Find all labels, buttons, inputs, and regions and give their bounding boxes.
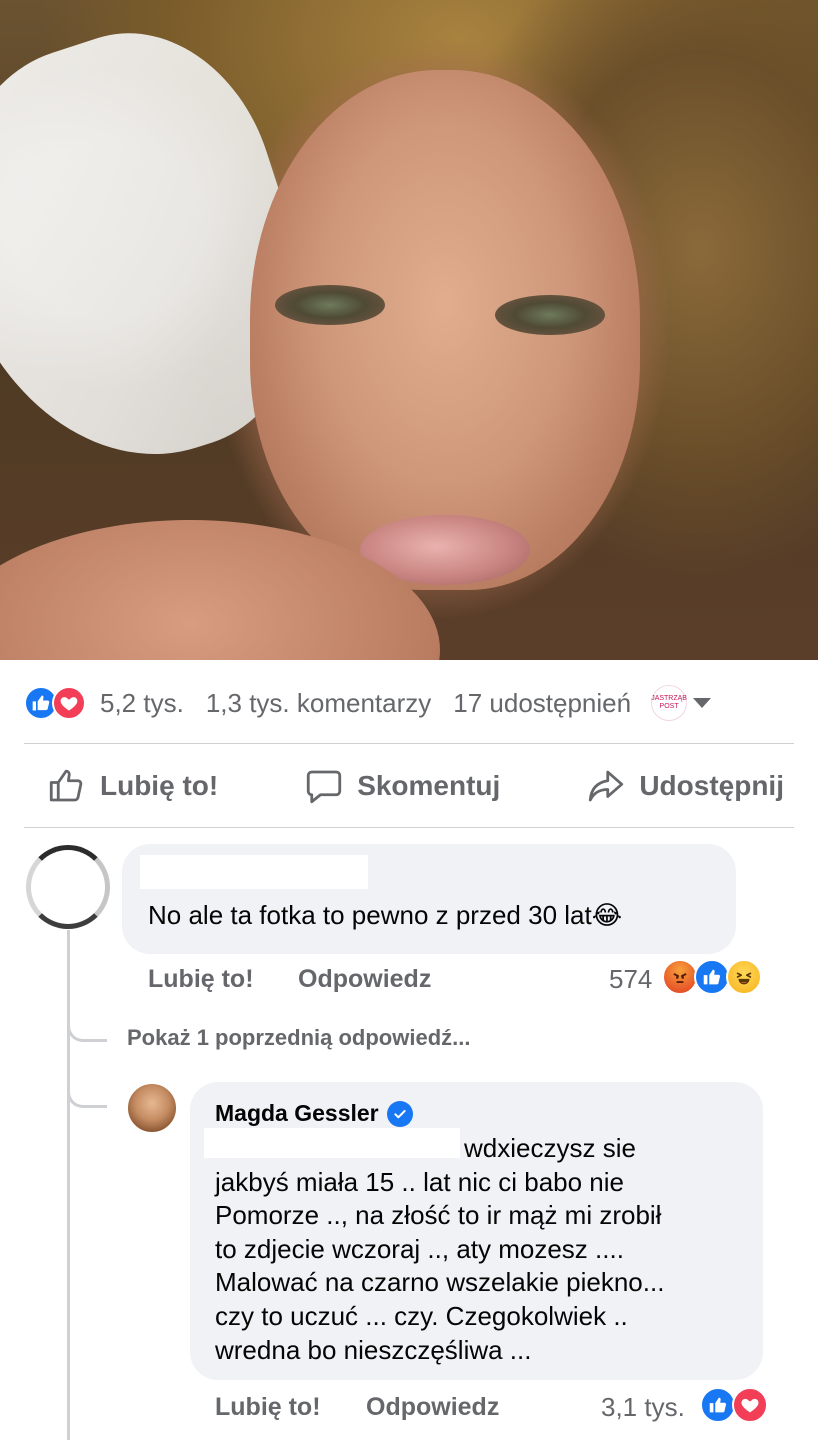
reply-text-line: czy to uczuć ... czy. Czegokolwiek .. [215,1300,628,1331]
page-avatar-selector[interactable]: JASTRZĄB POST [651,685,688,721]
photo-eye-left [275,285,385,325]
caret-down-icon[interactable] [693,698,712,708]
comment-label: Skomentuj [357,770,501,801]
reply-text-line: to zdjecie wczoraj .., aty mozesz .... [215,1233,624,1264]
reply-reaction-count[interactable]: 3,1 tys. [601,1392,685,1423]
thread-branch [67,1020,107,1042]
like-label: Lubię to! [100,770,219,801]
like-reaction-icon [700,1387,736,1423]
comment-reply-button[interactable]: Odpowiedz [298,965,431,994]
redacted-author-name [140,855,368,889]
comment-reaction-count[interactable]: 574 [609,964,652,995]
post-stats-row: 5,2 tys. 1,3 tys. komentarzy 17 udostępn… [24,683,794,723]
verified-badge-icon [386,1100,413,1127]
reply-text-line: wredna bo nieszczęśliwa ... [215,1334,532,1365]
love-reaction-icon [52,686,86,720]
comment-button[interactable]: Skomentuj [303,765,500,807]
commenter-avatar[interactable] [26,845,110,929]
reply-text-line: jakbyś miała 15 .. lat nic ci babo nie [215,1166,624,1197]
share-label: Udostępnij [639,770,784,801]
divider [24,827,794,828]
divider [24,743,794,744]
comment-like-button[interactable]: Lubię to! [148,965,254,994]
page-logo-text: JASTRZĄB POST [651,695,687,710]
reply-text-line: Malować na czarno wszelakie piekno... [215,1267,665,1298]
reply-author-name: Magda Gessler [215,1100,379,1126]
reply-reactions[interactable] [700,1387,768,1423]
thread-line [67,930,70,1440]
haha-reaction-icon [726,959,762,995]
thread-branch [67,1086,107,1108]
share-button[interactable]: Udostępnij [585,765,784,807]
post-action-bar: Lubię to! Skomentuj Udostępnij [24,745,794,827]
reply-text-line: Pomorze .., na złość to ir mąż mi zrobił [215,1200,662,1231]
reaction-count[interactable]: 5,2 tys. [100,688,184,719]
comment-count[interactable]: 1,3 tys. komentarzy [206,688,431,719]
reply-like-button[interactable]: Lubię to! [215,1393,321,1422]
angry-reaction-icon [662,959,698,995]
show-previous-replies-link[interactable]: Pokaż 1 poprzednią odpowiedź... [127,1025,470,1051]
comment-icon [307,770,342,804]
share-arrow-icon [589,770,624,802]
like-reaction-icon [694,959,730,995]
reply-reply-button[interactable]: Odpowiedz [366,1393,499,1422]
comment-text: No ale ta fotka to pewno z przed 30 lat😂 [148,900,623,930]
reply-text: wdxieczysz sie jakbyś miała 15 .. lat ni… [215,1132,755,1367]
photo-eye-right [495,295,605,335]
share-count[interactable]: 17 udostępnień [453,688,631,719]
reply-author-avatar[interactable] [126,1082,178,1134]
thumbs-up-icon [49,769,83,802]
like-button[interactable]: Lubię to! [46,765,218,807]
reply-author[interactable]: Magda Gessler [215,1100,413,1127]
post-photo[interactable] [0,0,818,660]
comment-reactions[interactable] [662,959,762,995]
love-reaction-icon [732,1387,768,1423]
post-reaction-icons[interactable] [24,686,94,720]
reply-text-line: wdxieczysz sie [464,1133,636,1163]
